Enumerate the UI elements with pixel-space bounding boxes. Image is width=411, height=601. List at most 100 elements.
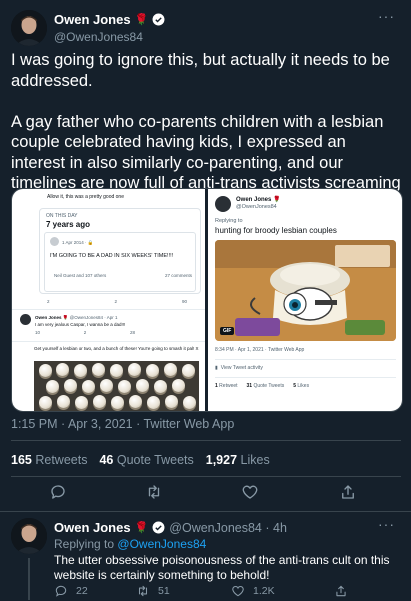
author-name-row[interactable]: Owen Jones 🌹 bbox=[54, 12, 165, 27]
right-stat-retweets-label: Retweet bbox=[219, 383, 238, 389]
media-left-screenshot[interactable]: Allow it, this was a pretty good one ON … bbox=[12, 189, 205, 411]
bottle bbox=[128, 363, 141, 376]
reply-like-action[interactable]: 1.2K bbox=[231, 584, 275, 598]
bottle bbox=[74, 364, 87, 377]
left-divider-1 bbox=[12, 309, 205, 310]
reply-retweet-action[interactable]: 51 bbox=[136, 584, 170, 598]
bottle bbox=[118, 380, 131, 393]
right-stat-retweets: 1 Retweet bbox=[215, 383, 238, 389]
right-divider-2 bbox=[215, 377, 396, 378]
retweets-stat[interactable]: 165 Retweets bbox=[11, 453, 87, 467]
bottle bbox=[64, 379, 77, 392]
right-tweet-text: hunting for broody lesbian couples bbox=[215, 226, 337, 235]
cartoon-gif-art bbox=[215, 240, 396, 341]
cartoon-gif[interactable]: GIF bbox=[215, 240, 396, 341]
reply-header: Owen Jones 🌹 @OwenJones84 · 4h bbox=[54, 520, 287, 535]
bottle bbox=[39, 364, 52, 377]
bottle bbox=[154, 380, 167, 393]
reply-share-icon bbox=[336, 585, 346, 597]
left-retweet-count: 2 bbox=[114, 299, 117, 304]
bottle bbox=[136, 379, 149, 392]
more-dots-icon[interactable]: ··· bbox=[378, 8, 395, 24]
tweet-paragraph-1: I was going to ignore this, but actually… bbox=[11, 51, 390, 90]
right-avatar bbox=[215, 196, 231, 212]
bottle bbox=[129, 395, 142, 408]
likes-label: Likes bbox=[240, 453, 270, 467]
reply-author-handle[interactable]: @OwenJones84 · 4h bbox=[169, 521, 287, 535]
reply-retweets-count: 51 bbox=[158, 585, 170, 597]
media-right-screenshot[interactable]: Owen Jones 🌹 @OwenJones84 Replying to hu… bbox=[208, 189, 402, 411]
likes-stat[interactable]: 1,927 Likes bbox=[206, 453, 270, 467]
reply-author-name[interactable]: Owen Jones bbox=[54, 520, 131, 535]
right-handle: @OwenJones84 bbox=[236, 204, 277, 210]
like-heart-icon[interactable] bbox=[241, 483, 259, 506]
reply-reply-icon bbox=[55, 585, 67, 597]
bottle bbox=[172, 379, 185, 392]
right-stat-likes-count: 5 bbox=[293, 383, 297, 389]
left-reply-avatar bbox=[20, 314, 31, 325]
reply-more-dots-icon[interactable]: ··· bbox=[378, 516, 395, 532]
share-icon[interactable] bbox=[339, 483, 357, 506]
bottle bbox=[82, 380, 95, 393]
bottle bbox=[110, 364, 123, 377]
on-this-day-label: ON THIS DAY bbox=[46, 213, 78, 219]
bottle bbox=[56, 363, 69, 376]
author-name[interactable]: Owen Jones bbox=[54, 12, 131, 27]
bottle bbox=[93, 395, 106, 408]
right-activity-row[interactable]: ▮ View Tweet activity bbox=[215, 365, 263, 371]
author-handle[interactable]: @OwenJones84 bbox=[54, 30, 143, 44]
right-activity-label: View Tweet activity bbox=[220, 365, 263, 371]
reply-replying-to: Replying to @OwenJones84 bbox=[54, 537, 206, 551]
right-replying-to: Replying to bbox=[215, 218, 243, 224]
left-reply-retweets: 2 bbox=[83, 330, 87, 335]
years-ago-label: 7 years ago bbox=[46, 220, 91, 229]
left-divider-2 bbox=[12, 341, 205, 342]
reply-reply-action[interactable]: 22 bbox=[54, 584, 88, 598]
divider-after-timestamp bbox=[11, 440, 401, 441]
quotes-stat[interactable]: 46 Quote Tweets bbox=[99, 453, 193, 467]
divider-after-actions bbox=[0, 511, 411, 512]
left-reply-count: 2 bbox=[47, 299, 50, 304]
bottle bbox=[46, 380, 59, 393]
left-reply-likes: 28 bbox=[129, 330, 135, 335]
divider-after-stats bbox=[11, 476, 401, 477]
likes-count: 1,927 bbox=[205, 453, 238, 467]
bottle bbox=[75, 396, 88, 409]
tweet-timestamp[interactable]: 1:15 PM · Apr 3, 2021 · Twitter Web App bbox=[11, 417, 234, 431]
right-divider-1 bbox=[215, 359, 396, 360]
bottle bbox=[57, 395, 70, 408]
quotes-count: 46 bbox=[99, 453, 114, 467]
bottle bbox=[100, 379, 113, 392]
reply-share-action[interactable] bbox=[334, 584, 348, 601]
left-reply-handle: @OwenJones84 · Apr 1 bbox=[69, 315, 118, 320]
right-stat-likes: 5 Likes bbox=[293, 383, 309, 389]
reply-replies-count: 22 bbox=[76, 585, 88, 597]
reply-replying-prefix: Replying to bbox=[54, 537, 115, 551]
author-avatar[interactable] bbox=[11, 10, 47, 46]
reply-icon[interactable] bbox=[49, 483, 67, 506]
media-container[interactable]: Allow it, this was a pretty good one ON … bbox=[11, 188, 403, 412]
bottle bbox=[92, 363, 105, 376]
right-stat-quotes: 31 Quote Tweets bbox=[247, 383, 285, 389]
inner-post: 1 Apr 2014 · 🔒 I'M GOING TO BE A DAD IN … bbox=[44, 232, 196, 292]
reply-likes-count: 1.2K bbox=[253, 585, 275, 597]
reply-like-heart-icon bbox=[232, 586, 244, 597]
left-reply-actions: 10 2 28 bbox=[35, 330, 135, 335]
reply-author-avatar[interactable] bbox=[11, 518, 47, 554]
rose-emoji: 🌹 bbox=[134, 14, 149, 26]
verified-badge-icon bbox=[152, 13, 165, 26]
bottle bbox=[147, 396, 160, 409]
left-reply-replies: 10 bbox=[35, 330, 41, 335]
left-reply-text: I am very jealous Caspar, I wanna be a d… bbox=[35, 322, 126, 327]
reply-text: The utter obsessive poisonousness of the… bbox=[54, 553, 390, 582]
reply-action-bar: 22 51 1.2K bbox=[54, 584, 394, 600]
reply-replying-handle-link[interactable]: @OwenJones84 bbox=[117, 537, 206, 551]
retweets-count: 165 bbox=[11, 453, 32, 467]
reply-thread-line bbox=[28, 558, 30, 600]
inner-date: 1 Apr 2014 · 🔒 bbox=[62, 240, 94, 245]
left-reply-name-text: Owen Jones 🌹 bbox=[35, 315, 69, 320]
inner-avatar bbox=[50, 237, 59, 246]
left-bottom-text: Get yourself a lesbian or two, and a bun… bbox=[34, 346, 199, 351]
retweets-label: Retweets bbox=[35, 453, 88, 467]
retweet-icon[interactable] bbox=[145, 483, 163, 506]
